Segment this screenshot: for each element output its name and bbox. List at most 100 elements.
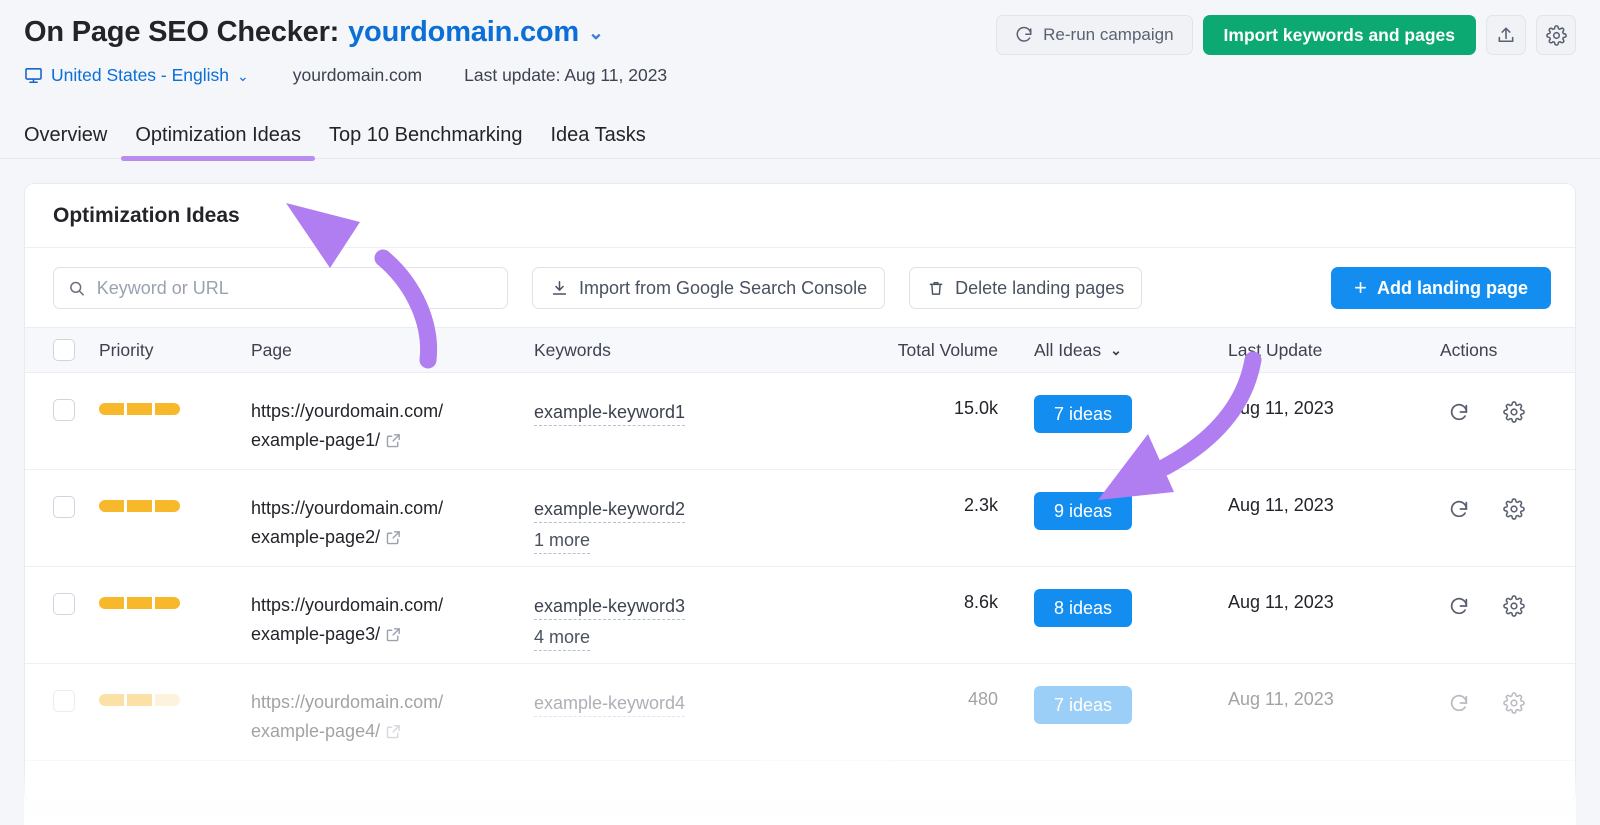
table-row[interactable]: https://yourdomain.com/example-page4/exa…: [25, 664, 1575, 761]
table-toolbar: Import from Google Search Console Delete…: [25, 248, 1575, 327]
row-select-cell: [53, 688, 99, 712]
locale-label: United States - English: [51, 65, 230, 85]
priority-cell: [99, 494, 251, 512]
rerun-campaign-button[interactable]: Re-run campaign: [996, 15, 1193, 55]
row-checkbox[interactable]: [53, 593, 75, 615]
row-refresh-button[interactable]: [1448, 595, 1470, 617]
ideas-badge[interactable]: 7 ideas: [1034, 395, 1132, 433]
row-settings-button[interactable]: [1503, 498, 1525, 520]
column-header-keywords[interactable]: Keywords: [534, 340, 854, 361]
table-row[interactable]: https://yourdomain.com/example-page1/exa…: [25, 373, 1575, 470]
column-header-total-volume[interactable]: Total Volume: [854, 340, 998, 361]
open-page-button[interactable]: [385, 720, 402, 749]
actions-cell: [1440, 397, 1547, 423]
keyword-link[interactable]: example-keyword4: [534, 691, 686, 717]
tab-top-10-benchmarking[interactable]: Top 10 Benchmarking: [315, 124, 536, 158]
table-row[interactable]: https://yourdomain.com/example-page3/exa…: [25, 567, 1575, 664]
search-input[interactable]: [96, 277, 493, 299]
column-header-page[interactable]: Page: [251, 340, 534, 361]
page-url[interactable]: https://yourdomain.com/: [251, 692, 443, 712]
row-refresh-button[interactable]: [1448, 498, 1470, 520]
meta-row: United States - English ⌄ yourdomain.com…: [24, 65, 1576, 86]
ideas-badge[interactable]: 7 ideas: [1034, 686, 1132, 724]
chevron-down-icon: ⌄: [237, 68, 249, 84]
trash-icon: [929, 281, 943, 295]
delete-landing-pages-label: Delete landing pages: [955, 277, 1125, 298]
ideas-badge[interactable]: 9 ideas: [1034, 492, 1132, 530]
priority-indicator: [99, 494, 251, 512]
actions-cell: [1440, 688, 1547, 714]
chevron-down-icon[interactable]: ⌄: [588, 16, 604, 52]
keyword-link[interactable]: example-keyword2: [534, 497, 686, 523]
open-page-button[interactable]: [385, 526, 402, 555]
page-url-path[interactable]: example-page2/: [251, 527, 380, 547]
add-landing-page-label: Add landing page: [1377, 277, 1528, 298]
import-from-gsc-button[interactable]: Import from Google Search Console: [532, 267, 886, 309]
table-header-row: Priority Page Keywords Total Volume All …: [25, 327, 1575, 373]
refresh-icon: [1450, 403, 1468, 421]
keywords-more-link[interactable]: 1 more: [534, 528, 591, 554]
keywords-more-link[interactable]: 4 more: [534, 625, 591, 651]
row-refresh-button[interactable]: [1448, 692, 1470, 714]
row-refresh-button[interactable]: [1448, 401, 1470, 423]
keywords-cell: example-keyword1: [534, 397, 854, 427]
open-page-button[interactable]: [385, 429, 402, 458]
keyword-link[interactable]: example-keyword1: [534, 400, 686, 426]
tab-overview[interactable]: Overview: [24, 124, 121, 158]
gear-icon: [1503, 692, 1525, 714]
total-volume-cell: 480: [967, 689, 998, 709]
column-header-last-update[interactable]: Last Update: [1228, 340, 1440, 361]
title-row: On Page SEO Checker: yourdomain.com ⌄ Re…: [24, 14, 1576, 55]
search-icon: [70, 281, 84, 296]
refresh-icon: [1450, 694, 1468, 712]
add-landing-page-button[interactable]: + Add landing page: [1331, 267, 1551, 309]
external-link-icon: [386, 628, 400, 642]
page-cell: https://yourdomain.com/example-page1/: [251, 397, 534, 458]
page-cell: https://yourdomain.com/example-page3/: [251, 591, 534, 652]
desktop-monitor-icon: [25, 67, 42, 84]
select-all-checkbox[interactable]: [53, 339, 75, 361]
external-link-icon: [386, 725, 400, 739]
priority-cell: [99, 397, 251, 415]
header-actions: Re-run campaign Import keywords and page…: [996, 14, 1576, 55]
row-checkbox[interactable]: [53, 496, 75, 518]
last-update-cell: Aug 11, 2023: [1228, 689, 1334, 709]
ideas-badge[interactable]: 8 ideas: [1034, 589, 1132, 627]
gear-icon: [1503, 595, 1525, 617]
row-checkbox[interactable]: [53, 690, 75, 712]
column-header-all-ideas[interactable]: All Ideas ⌄: [998, 340, 1228, 361]
page-url-path[interactable]: example-page3/: [251, 624, 380, 644]
page-url[interactable]: https://yourdomain.com/: [251, 498, 443, 518]
page-url-path[interactable]: example-page4/: [251, 721, 380, 741]
row-settings-button[interactable]: [1503, 692, 1525, 714]
page-header: On Page SEO Checker: yourdomain.com ⌄ Re…: [0, 0, 1600, 86]
row-settings-button[interactable]: [1503, 595, 1525, 617]
row-checkbox[interactable]: [53, 399, 75, 421]
page-cell: https://yourdomain.com/example-page4/: [251, 688, 534, 749]
total-volume-cell: 2.3k: [963, 495, 998, 515]
import-keywords-and-pages-button[interactable]: Import keywords and pages: [1202, 15, 1476, 55]
locale-selector[interactable]: United States - English ⌄: [24, 65, 249, 86]
tab-optimization-ideas[interactable]: Optimization Ideas: [121, 124, 315, 161]
search-box[interactable]: [53, 267, 508, 309]
tab-idea-tasks[interactable]: Idea Tasks: [536, 124, 659, 158]
table-body: https://yourdomain.com/example-page1/exa…: [25, 373, 1575, 761]
page-url[interactable]: https://yourdomain.com/: [251, 595, 443, 615]
last-update-label: Last update: Aug 11, 2023: [464, 65, 668, 85]
card-header: Optimization Ideas: [25, 184, 1575, 248]
keyword-link[interactable]: example-keyword3: [534, 594, 686, 620]
column-header-priority[interactable]: Priority: [99, 340, 251, 361]
row-settings-button[interactable]: [1503, 401, 1525, 423]
priority-indicator: [99, 688, 251, 706]
open-page-button[interactable]: [385, 623, 402, 652]
table-row[interactable]: https://yourdomain.com/example-page2/exa…: [25, 470, 1575, 567]
delete-landing-pages-button[interactable]: Delete landing pages: [909, 267, 1143, 309]
refresh-icon: [1450, 500, 1468, 518]
export-button[interactable]: [1486, 15, 1526, 55]
app-root: On Page SEO Checker: yourdomain.com ⌄ Re…: [0, 0, 1600, 825]
page-url[interactable]: https://yourdomain.com/: [251, 401, 443, 421]
priority-indicator: [99, 397, 251, 415]
page-url-path[interactable]: example-page1/: [251, 430, 380, 450]
page-title-domain[interactable]: yourdomain.com: [348, 14, 579, 50]
settings-button[interactable]: [1536, 15, 1576, 55]
